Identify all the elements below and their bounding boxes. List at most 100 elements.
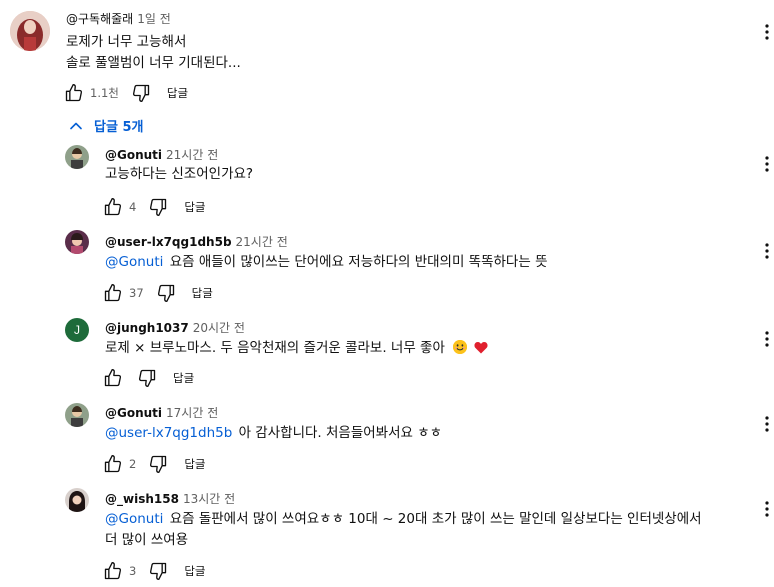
like-count: 1.1천	[90, 86, 119, 100]
chevron-up-icon	[70, 122, 82, 129]
more-vert-icon	[765, 156, 769, 172]
comment-body: 요즘 애들이 많이쓰는 단어에요 저능하다의 반대의미 똑똑하다는 뜻	[169, 254, 548, 270]
thumbs-down-icon	[150, 198, 167, 216]
avatar[interactable]	[65, 145, 89, 169]
reply-item: @user-lx7qg1dh5b 21시간 전 @Gonuti 요즘 애들이 많이…	[0, 227, 774, 311]
like-count: 37	[129, 286, 144, 300]
thumbs-down-icon	[132, 84, 150, 103]
like-button[interactable]	[101, 195, 125, 219]
like-button[interactable]	[101, 281, 125, 305]
reply-button[interactable]: 답글	[173, 370, 194, 386]
comment-line-1: 로제가 너무 고능해서	[66, 34, 187, 50]
comment-time[interactable]: 17시간 전	[166, 406, 218, 420]
like-count: 4	[129, 200, 137, 214]
avatar-image	[10, 11, 50, 51]
mention-link[interactable]: @user-lx7qg1dh5b	[105, 425, 232, 441]
comment-text: @Gonuti 요즘 돌판에서 많이 쓰여요ㅎㅎ 10대 ~ 20대 초가 많이…	[105, 509, 702, 551]
more-options-button[interactable]	[762, 327, 772, 351]
comment-time[interactable]: 21시간 전	[166, 148, 218, 162]
more-options-button[interactable]	[762, 497, 772, 521]
smiling-face-emoji-icon	[453, 340, 468, 354]
comment-author[interactable]: @_wish158	[105, 492, 179, 506]
comment-body: 아 감사합니다. 처음들어봐서요 ㅎㅎ	[238, 425, 443, 441]
thumbs-up-icon	[104, 562, 122, 580]
more-vert-icon	[765, 501, 769, 517]
comment-actions: 2 답글	[101, 452, 206, 476]
comment-author[interactable]: @Gonuti	[105, 406, 162, 420]
reply-item: @Gonuti 21시간 전 고능하다는 신조어인가요? 4 답글	[0, 142, 774, 226]
avatar[interactable]	[65, 230, 89, 254]
comment-author[interactable]: @jungh1037	[105, 321, 189, 335]
comment-time[interactable]: 1일 전	[137, 12, 171, 26]
mention-link[interactable]: @Gonuti	[105, 511, 163, 527]
more-vert-icon	[765, 416, 769, 432]
comment-author[interactable]: @user-lx7qg1dh5b	[105, 235, 232, 249]
replies-toggle-label: 답글 5개	[94, 120, 144, 135]
thumbs-up-icon	[65, 84, 83, 102]
avatar[interactable]: J	[65, 318, 89, 342]
reply-button[interactable]: 답글	[184, 199, 205, 215]
like-button[interactable]	[101, 559, 125, 583]
avatar[interactable]	[65, 488, 89, 512]
comment-body-line-2: 더 많이 쓰여용	[105, 532, 189, 548]
dislike-button[interactable]	[146, 452, 170, 476]
comment-actions: 1.1천 답글	[62, 81, 188, 105]
more-options-button[interactable]	[762, 412, 772, 436]
comment-text: 로제 × 브루노마스. 두 음악천재의 즐거운 콜라보. 너무 좋아	[105, 338, 489, 361]
reply-button[interactable]: 답글	[184, 563, 205, 579]
thumbs-down-icon	[150, 562, 167, 580]
red-heart-emoji-icon	[474, 340, 489, 361]
comment-time[interactable]: 20시간 전	[193, 321, 245, 335]
comment-line-2: 솔로 풀앨범이 너무 기대된다...	[66, 55, 241, 71]
comment-actions: 37 답글	[101, 281, 213, 305]
avatar-image	[65, 403, 89, 427]
mention-link[interactable]: @Gonuti	[105, 254, 163, 270]
dislike-button[interactable]	[146, 559, 170, 583]
like-button[interactable]	[101, 366, 125, 390]
dislike-button[interactable]	[135, 366, 159, 390]
more-options-button[interactable]	[762, 239, 772, 263]
more-vert-icon	[765, 331, 769, 347]
more-options-button[interactable]	[762, 20, 772, 44]
thumbs-up-icon	[104, 455, 122, 473]
avatar[interactable]	[65, 403, 89, 427]
like-button[interactable]	[62, 81, 86, 105]
comment-body: 요즘 돌판에서 많이 쓰여요ㅎㅎ 10대 ~ 20대 초가 많이 쓰는 말인데 …	[169, 511, 702, 527]
avatar[interactable]	[10, 11, 50, 51]
comment-actions: 답글	[101, 366, 194, 390]
more-options-button[interactable]	[762, 152, 772, 176]
thumbs-down-icon	[150, 455, 167, 473]
comment-author[interactable]: @Gonuti	[105, 148, 162, 162]
thumbs-down-icon	[157, 284, 174, 302]
dislike-button[interactable]	[129, 81, 153, 105]
more-vert-icon	[765, 24, 769, 40]
replies-toggle-button[interactable]: 답글 5개	[68, 116, 143, 135]
avatar-image	[65, 488, 89, 512]
thumbs-up-icon	[104, 369, 122, 387]
like-button[interactable]	[101, 452, 125, 476]
comment-text: @Gonuti 요즘 애들이 많이쓰는 단어에요 저능하다의 반대의미 똑똑하다…	[105, 252, 548, 273]
reply-item: J @jungh1037 20시간 전 로제 × 브루노마스. 두 음악천재의 즐…	[0, 313, 774, 397]
more-vert-icon	[765, 243, 769, 259]
comment-text: 로제가 너무 고능해서 솔로 풀앨범이 너무 기대된다...	[66, 32, 241, 74]
avatar-letter: J	[74, 323, 80, 337]
reply-button[interactable]: 답글	[167, 85, 188, 101]
reply-item: @_wish158 13시간 전 @Gonuti 요즘 돌판에서 많이 쓰여요ㅎㅎ…	[0, 483, 774, 587]
comment-time[interactable]: 21시간 전	[236, 235, 288, 249]
thumbs-down-icon	[138, 369, 156, 387]
comment-actions: 3 답글	[101, 559, 206, 583]
reply-button[interactable]: 답글	[184, 456, 205, 472]
dislike-button[interactable]	[146, 195, 170, 219]
comment-time[interactable]: 13시간 전	[183, 492, 235, 506]
reply-button[interactable]: 답글	[192, 285, 213, 301]
avatar-image	[65, 145, 89, 169]
like-count: 2	[129, 457, 137, 471]
comment-actions: 4 답글	[101, 195, 206, 219]
thumbs-up-icon	[104, 284, 122, 302]
like-count: 3	[129, 564, 137, 578]
comment-text: 고능하다는 신조어인가요?	[105, 166, 254, 182]
dislike-button[interactable]	[154, 281, 178, 305]
top-comment: @구독해줄래 1일 전 로제가 너무 고능해서 솔로 풀앨범이 너무 기대된다..…	[0, 0, 774, 110]
comment-body: 로제 × 브루노마스. 두 음악천재의 즐거운 콜라보. 너무 좋아	[105, 340, 445, 356]
comment-author[interactable]: @구독해줄래	[66, 12, 133, 26]
